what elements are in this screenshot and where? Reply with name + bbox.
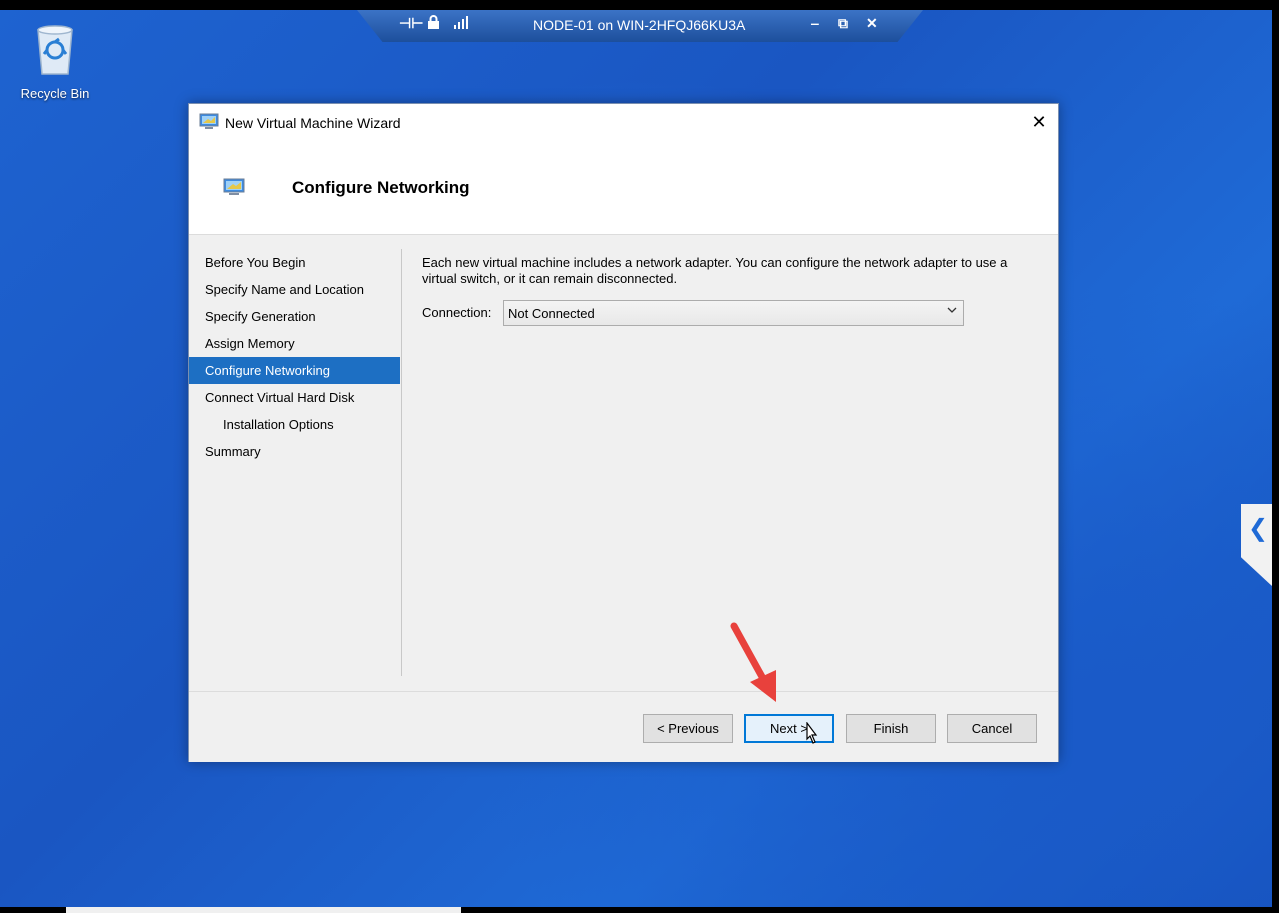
previous-button[interactable]: < Previous: [643, 714, 733, 743]
wizard-footer: < Previous Next > Finish Cancel: [189, 691, 1058, 762]
step-configure-networking[interactable]: Configure Networking: [189, 357, 400, 384]
wizard-titlebar[interactable]: New Virtual Machine Wizard ✕: [189, 104, 1058, 140]
new-vm-wizard-window: New Virtual Machine Wizard ✕ Configure N…: [188, 103, 1059, 762]
connection-value: Not Connected: [508, 306, 595, 321]
wizard-body: Before You Begin Specify Name and Locati…: [189, 235, 1058, 691]
recycle-bin-icon: [37, 25, 73, 75]
step-installation-options[interactable]: Installation Options: [189, 411, 400, 438]
step-before-you-begin[interactable]: Before You Begin: [189, 249, 400, 276]
taskbar-strip: [66, 907, 461, 913]
wizard-header: Configure Networking: [189, 140, 1058, 235]
connection-label: Connection:: [422, 305, 492, 320]
recycle-bin-label: Recycle Bin: [20, 86, 90, 101]
restore-icon[interactable]: ⧉: [838, 15, 848, 32]
finish-button[interactable]: Finish: [846, 714, 936, 743]
recycle-bin-shortcut[interactable]: Recycle Bin: [14, 20, 96, 101]
networking-description: Each new virtual machine includes a netw…: [422, 255, 1008, 286]
wizard-content: Each new virtual machine includes a netw…: [422, 255, 1042, 326]
steps-divider: [401, 249, 402, 676]
step-specify-name-location[interactable]: Specify Name and Location: [189, 276, 400, 303]
step-specify-generation[interactable]: Specify Generation: [189, 303, 400, 330]
minimize-icon[interactable]: ‒: [811, 15, 819, 31]
wizard-title: New Virtual Machine Wizard: [225, 115, 401, 131]
cancel-button[interactable]: Cancel: [947, 714, 1037, 743]
window-close-button[interactable]: ✕: [1020, 104, 1058, 140]
close-icon[interactable]: ✕: [866, 15, 878, 32]
signal-icon: [453, 15, 469, 32]
step-assign-memory[interactable]: Assign Memory: [189, 330, 400, 357]
pin-icon[interactable]: ⊣⊢: [399, 15, 423, 32]
step-summary[interactable]: Summary: [189, 438, 400, 465]
remote-connection-title: NODE-01 on WIN-2HFQJ66KU3A: [533, 17, 746, 33]
page-title: Configure Networking: [292, 178, 470, 197]
mouse-pointer-icon: [806, 722, 818, 744]
close-icon: ✕: [1031, 112, 1047, 132]
chevron-left-icon: ❮: [1248, 514, 1269, 542]
wizard-steps-nav: Before You Begin Specify Name and Locati…: [189, 249, 400, 465]
annotation-arrow-icon: [730, 622, 776, 702]
step-connect-virtual-hard-disk[interactable]: Connect Virtual Hard Disk: [189, 384, 400, 411]
lock-icon[interactable]: [427, 15, 440, 33]
network-adapter-icon: [223, 178, 245, 195]
connection-row: Connection: Not Connected: [422, 300, 982, 326]
next-button[interactable]: Next >: [744, 714, 834, 743]
virtual-machine-icon: [199, 113, 219, 129]
connection-dropdown[interactable]: Not Connected: [503, 300, 964, 326]
remote-connection-bar[interactable]: ⊣⊢ NODE-01 on WIN-2HFQJ66KU3A ‒ ⧉ ✕: [357, 10, 923, 42]
chevron-down-icon: [947, 307, 957, 313]
